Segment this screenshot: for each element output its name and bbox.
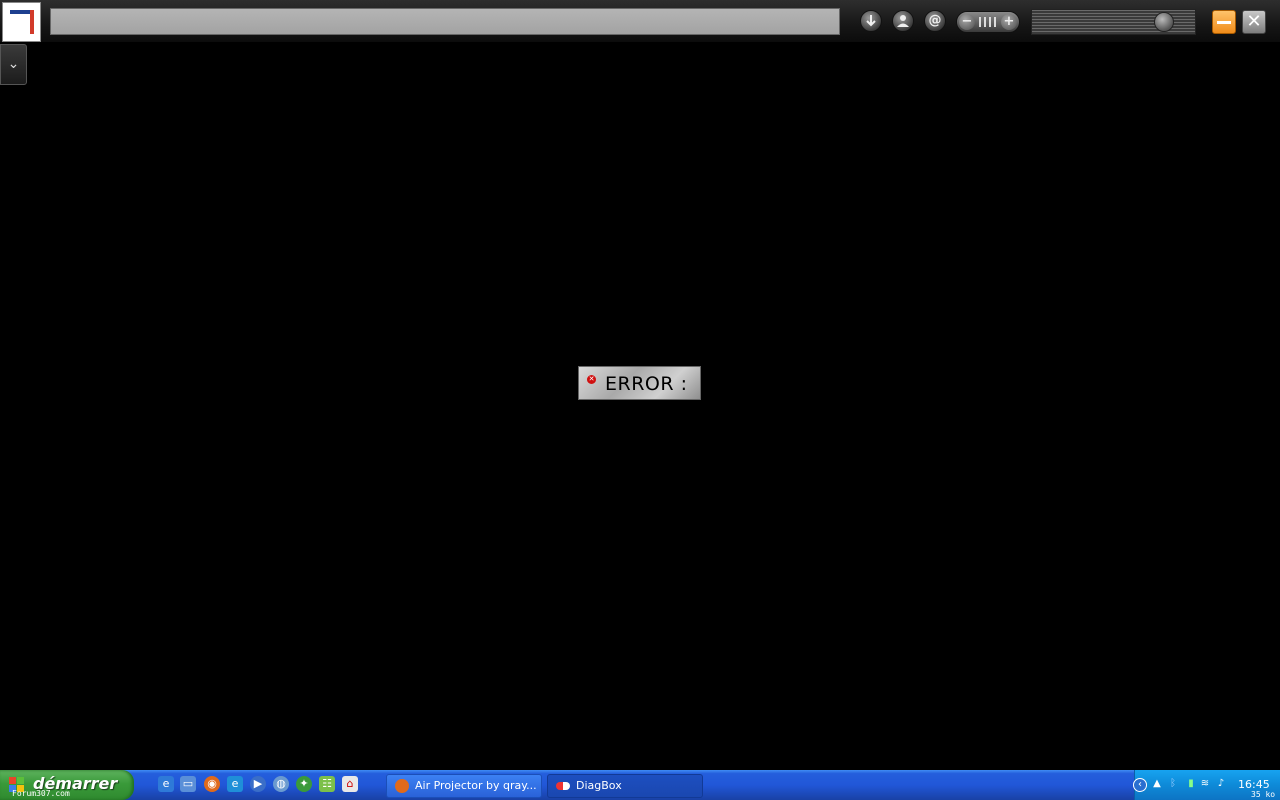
- wireless-icon[interactable]: ≋: [1199, 778, 1211, 790]
- bluetooth-icon[interactable]: ᛒ: [1167, 778, 1179, 790]
- chevron-left-icon[interactable]: ‹: [1133, 778, 1147, 792]
- download-button[interactable]: [860, 10, 882, 32]
- logo-mark-vertical: [30, 10, 34, 34]
- taskbar-item-label: DiagBox: [576, 779, 622, 792]
- minimize-icon: [1217, 21, 1231, 24]
- watermark-text: Forum307.com: [12, 789, 70, 798]
- email-button[interactable]: @: [924, 10, 946, 32]
- address-field[interactable]: [50, 8, 840, 35]
- size-label: 35 ko: [1251, 790, 1276, 799]
- user-button[interactable]: [892, 10, 914, 32]
- signal-icon[interactable]: ▮: [1185, 778, 1197, 790]
- globe-icon[interactable]: ◍: [273, 776, 289, 792]
- volume-slider-handle[interactable]: [1154, 12, 1174, 32]
- volume-icon[interactable]: ♪: [1215, 778, 1227, 790]
- side-panel-toggle-button[interactable]: ⌄: [0, 44, 27, 85]
- media-player-icon[interactable]: ▶: [250, 776, 266, 792]
- minimize-button[interactable]: [1212, 10, 1236, 34]
- taskbar-item-air-projector[interactable]: Air Projector by qray...: [386, 774, 542, 798]
- taskbar-item-diagbox[interactable]: DiagBox: [547, 774, 703, 798]
- error-message-box: ✕ ERROR :: [578, 366, 701, 400]
- app-shortcut-icon[interactable]: ☷: [319, 776, 335, 792]
- app-toolbar: @ − + ✕: [0, 0, 1280, 42]
- zoom-in-button[interactable]: +: [1001, 14, 1017, 30]
- network-icon[interactable]: ✦: [296, 776, 312, 792]
- firefox-icon: [395, 779, 409, 793]
- firefox-icon[interactable]: ◉: [204, 776, 220, 792]
- zoom-out-button[interactable]: −: [959, 14, 975, 30]
- desktop-icon[interactable]: ▭: [180, 776, 196, 792]
- app-logo[interactable]: [2, 2, 41, 42]
- volume-slider[interactable]: [1031, 9, 1196, 35]
- download-icon: [866, 15, 876, 27]
- error-message-text: ERROR :: [605, 373, 688, 395]
- taskbar-item-label: Air Projector by qray...: [415, 779, 537, 792]
- error-icon: ✕: [587, 375, 596, 384]
- home-icon[interactable]: ⌂: [342, 776, 358, 792]
- ie-icon[interactable]: e: [158, 776, 174, 792]
- zoom-control: − +: [956, 11, 1020, 33]
- zoom-level-indicator: [979, 17, 999, 27]
- close-button[interactable]: ✕: [1242, 10, 1266, 34]
- browser-icon[interactable]: e: [227, 776, 243, 792]
- warning-icon[interactable]: ▲: [1151, 778, 1163, 790]
- diagbox-icon: [556, 782, 570, 790]
- user-icon: [897, 15, 909, 27]
